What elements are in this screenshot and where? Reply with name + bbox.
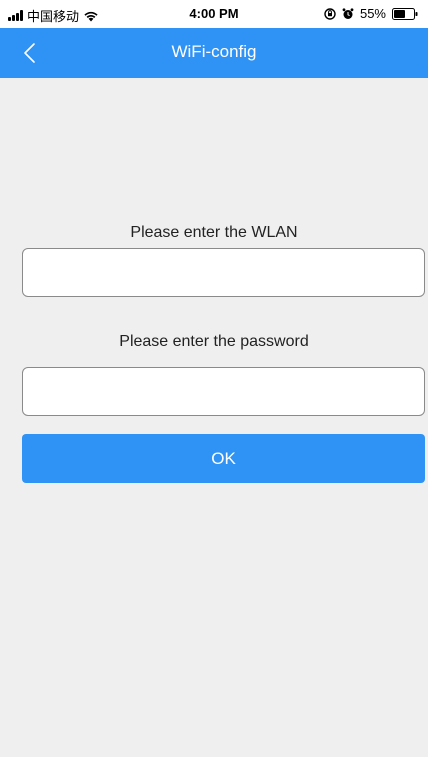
battery-icon bbox=[392, 7, 418, 20]
battery-percent: 55% bbox=[359, 6, 386, 21]
ok-button[interactable]: OK bbox=[22, 434, 425, 483]
rotation-lock-icon bbox=[324, 7, 336, 20]
nav-bar: WiFi-config bbox=[0, 28, 428, 78]
status-right: 55% bbox=[324, 6, 418, 21]
wlan-input[interactable] bbox=[22, 248, 425, 297]
wlan-label: Please enter the WLAN bbox=[130, 224, 298, 241]
password-label: Please enter the password bbox=[119, 333, 309, 350]
status-bar: 中国移动 4:00 PM 55% bbox=[0, 0, 428, 28]
alarm-icon bbox=[342, 7, 354, 19]
password-input[interactable] bbox=[22, 367, 425, 416]
page-title: WiFi-config bbox=[171, 42, 257, 61]
